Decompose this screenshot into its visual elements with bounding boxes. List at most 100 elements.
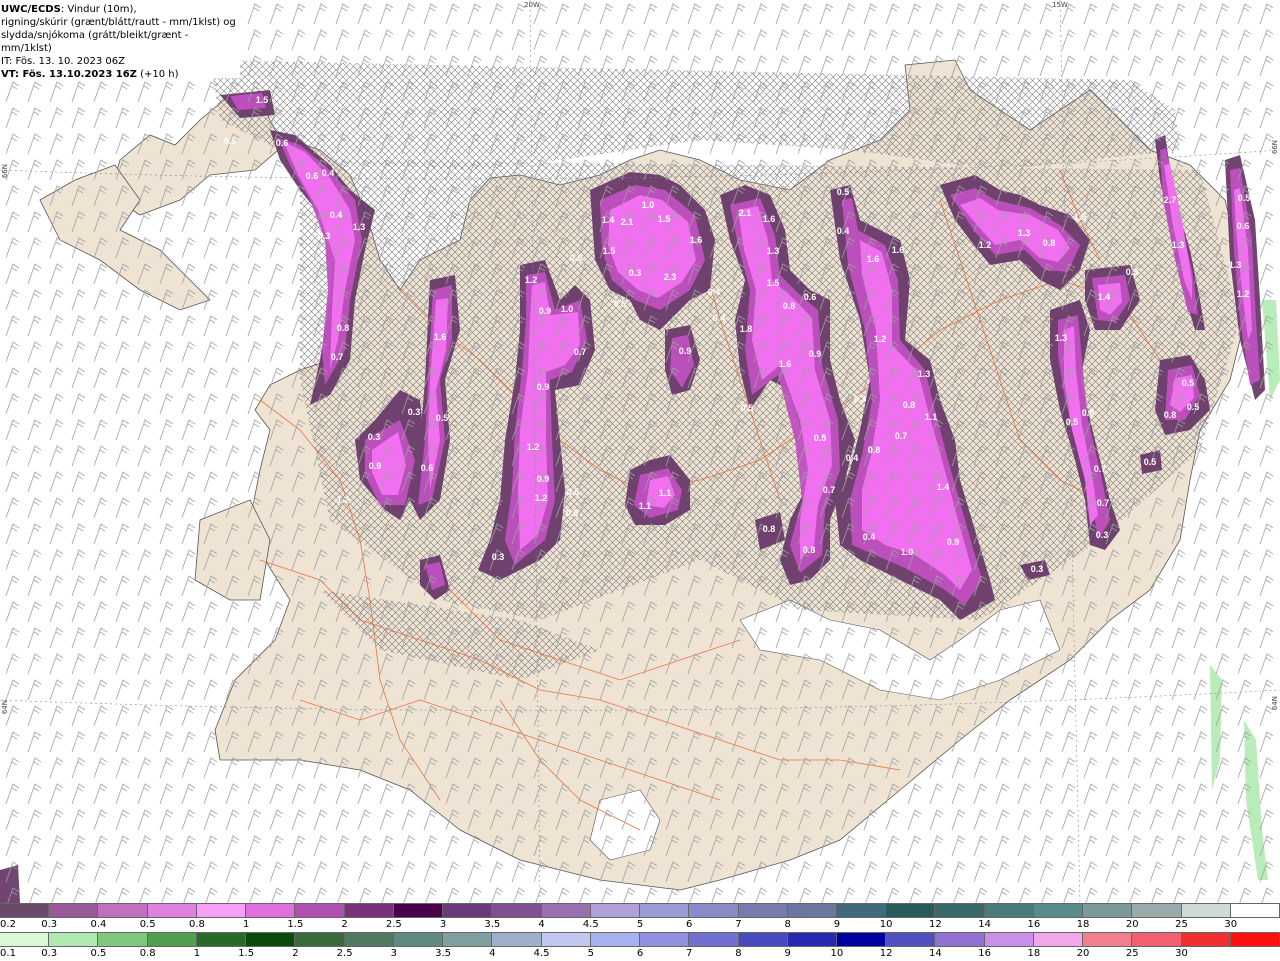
snow-legend-labels: 0.2 0.3 0.4 0.5 0.8 1 1.5 2 2.5 3 3.5 4 4.5 5 6 7 8 9 10 12… [0,918,1280,932]
legend-tick-label: 4.5 [582,919,599,930]
legend-swatch [98,933,148,946]
precip-value-label: 1.5 [256,95,269,105]
snow-legend-bar [0,903,1280,918]
precip-value-label: 1.0 [561,304,574,314]
header-wind: : Vindur (10m), [60,4,137,15]
precip-value-label: 0.5 [741,403,754,413]
precip-value-label: 1.2 [1237,289,1250,299]
legend-tick-label: 0.2 [0,919,16,930]
precip-value-label: 0.8 [783,301,796,311]
legend-tick-label: 10 [879,919,893,930]
legend-tick-label: 8 [784,919,791,930]
legend-swatch [393,933,444,946]
legend-tick-label: 0.5 [90,948,107,959]
legend-tick-label: 10 [830,948,844,959]
precip-value-label: 1.5 [658,214,671,224]
precip-value-label: 1.5 [1074,212,1087,222]
legend-swatch [836,904,887,917]
legend-tick-label: 20 [1125,919,1139,930]
precip-value-label: 1.3 [1229,260,1242,270]
legend-tick-label: 4.5 [533,948,550,959]
legend-swatch [443,904,493,917]
precip-value-label: 1.3 [1055,333,1068,343]
legend-tick-label: 14 [929,948,942,959]
precip-value-label: 1.6 [434,332,447,342]
precip-value-label: 1.6 [867,254,880,264]
legend-tick-label: 1.5 [287,919,304,930]
precip-value-label: 0.7 [895,431,908,441]
precip-value-label: 0.8 [337,323,350,333]
lon-label-15w: 15W [1052,1,1068,9]
precip-value-label: 2.1 [621,217,634,227]
legend-tick-label: 0.5 [139,919,156,930]
precip-value-label: 0.5 [1238,193,1251,203]
legend-swatch [147,904,197,917]
precip-value-label: 0.5 [814,433,827,443]
precip-value-label: 0.3 [629,268,642,278]
legend-swatch [1033,933,1084,946]
legend-swatch [886,904,936,917]
legend-tick-label: 30 [1175,948,1188,959]
precip-value-label: 0.3 [1096,530,1109,540]
header-valid-time: VT: Fös. 13.10.2023 16Z (+10 h) [1,68,240,81]
header-line-snow: slydda/snjókoma (grátt/bleikt/grænt - mm… [1,30,189,54]
legend-swatch [935,933,985,946]
legend-swatch [443,933,493,946]
precip-value-label: 0.6 [566,508,579,518]
precip-value-label: 0.4 [708,287,721,297]
precip-value-label: 1.4 [602,215,615,225]
precip-value-label: 0.5 [1066,417,1079,427]
legend-swatch [984,904,1034,917]
precip-value-label: 0.5 [224,136,237,146]
legend-tick-label: 6 [636,948,644,959]
precip-value-label: 0.7 [574,347,587,357]
legend-swatch [0,933,50,946]
precip-value-label: 0.9 [1082,408,1095,418]
snow-legend: 0.2 0.3 0.4 0.5 0.8 1 1.5 2 2.5 3 3.5 4 4.5 5 6 7 8 9 10 12… [0,903,1280,932]
precip-value-label: 1.2 [337,495,350,505]
precip-value-label: 0.5 [1144,457,1157,467]
precip-value-label: 0.9 [809,349,822,359]
legend-swatch [689,933,739,946]
precip-value-label: 0.5 [614,299,627,309]
precip-value-label: 1.2 [527,442,540,452]
precip-value-label: 1.5 [603,246,616,256]
precip-value-label: 0.4 [322,168,335,178]
legend-swatch [541,904,591,917]
precip-value-label: 0.3 [408,407,421,417]
legend-tick-label: 16 [1027,919,1041,930]
precip-value-label: 1.6 [763,214,776,224]
map-header: UWC/ECDS: Vindur (10m), rigning/skúrir (… [0,0,240,81]
precip-value-label: 0.7 [1097,498,1110,508]
legend-swatch [246,933,296,946]
legend-swatch [984,933,1034,946]
legend-tick-label: 3.5 [435,948,452,959]
legend-swatch [689,904,739,917]
header-init-time: IT: Fös. 13. 10. 2023 06Z [1,56,125,67]
legend-swatch [541,933,591,946]
legend-swatch [0,904,50,917]
legend-swatch [738,933,788,946]
lat-label-66n-left: 66N [1,164,9,179]
legend-tick-label: 18 [1076,919,1090,930]
precip-value-label: 1.2 [525,275,538,285]
precip-value-label: 0.6 [306,171,319,181]
precip-value-label: 1.6 [892,245,905,255]
precip-value-label: 1.5 [767,278,780,288]
precip-value-label: 0.5 [567,487,580,497]
legend-tick-label: 0.8 [188,919,205,930]
precip-value-label: 0.8 [803,545,816,555]
legend-tick-label: 30 [1224,919,1238,930]
precip-value-label: 0.7 [1094,464,1107,474]
legend-swatch [344,904,394,917]
precip-value-label: 1.1 [925,412,938,422]
precip-value-label: 0.3 [1031,564,1044,574]
legend-swatch [836,933,887,946]
rain-legend-labels: 0.1 0.3 0.5 0.8 1 1.5 2 2.5 3 3.5 4 4.5 5 6 7 8 9 10 12 14 1… [0,947,1280,961]
header-line-model: UWC/ECDS: Vindur (10m), [1,3,240,16]
legend-tick-label: 4 [489,948,496,959]
precip-value-label: 0.8 [868,445,881,455]
model-name: UWC/ECDS [1,4,61,15]
precip-value-label: 0.9 [369,461,382,471]
precip-value-label: 1.0 [901,547,914,557]
